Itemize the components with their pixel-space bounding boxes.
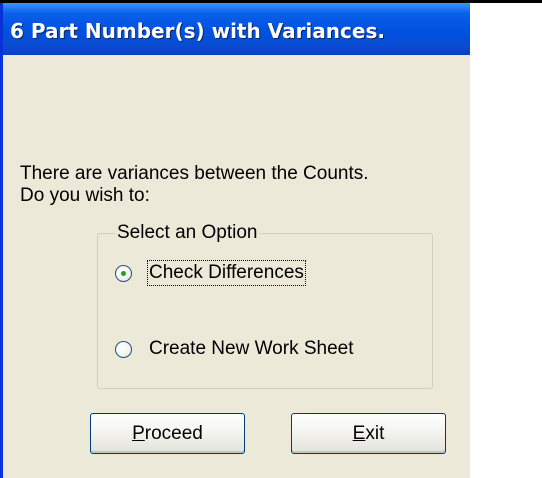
proceed-label: roceed [144, 423, 203, 444]
exit-label: xit [365, 423, 385, 444]
radio-label-create-new-work-sheet[interactable]: Create New Work Sheet [149, 338, 354, 360]
message-line-2: Do you wish to: [20, 185, 150, 206]
radio-selected-dot [121, 271, 126, 276]
message-text: There are variances between the Counts. … [20, 163, 369, 207]
window-title: 6 Part Number(s) with Variances. [10, 19, 385, 43]
radio-button-unchecked[interactable] [115, 341, 132, 358]
proceed-mnemonic: P [132, 423, 145, 444]
title-bar[interactable]: 6 Part Number(s) with Variances. [3, 3, 470, 55]
radio-button-checked[interactable] [115, 265, 132, 282]
groupbox-legend: Select an Option [115, 222, 260, 243]
radio-label-check-differences[interactable]: Check Differences [147, 260, 306, 286]
exit-button[interactable]: Exit [291, 413, 446, 454]
proceed-button[interactable]: Proceed [90, 413, 245, 454]
message-line-1: There are variances between the Counts. [20, 163, 369, 184]
option-groupbox: Select an Option [97, 223, 433, 389]
exit-mnemonic: E [352, 423, 366, 444]
